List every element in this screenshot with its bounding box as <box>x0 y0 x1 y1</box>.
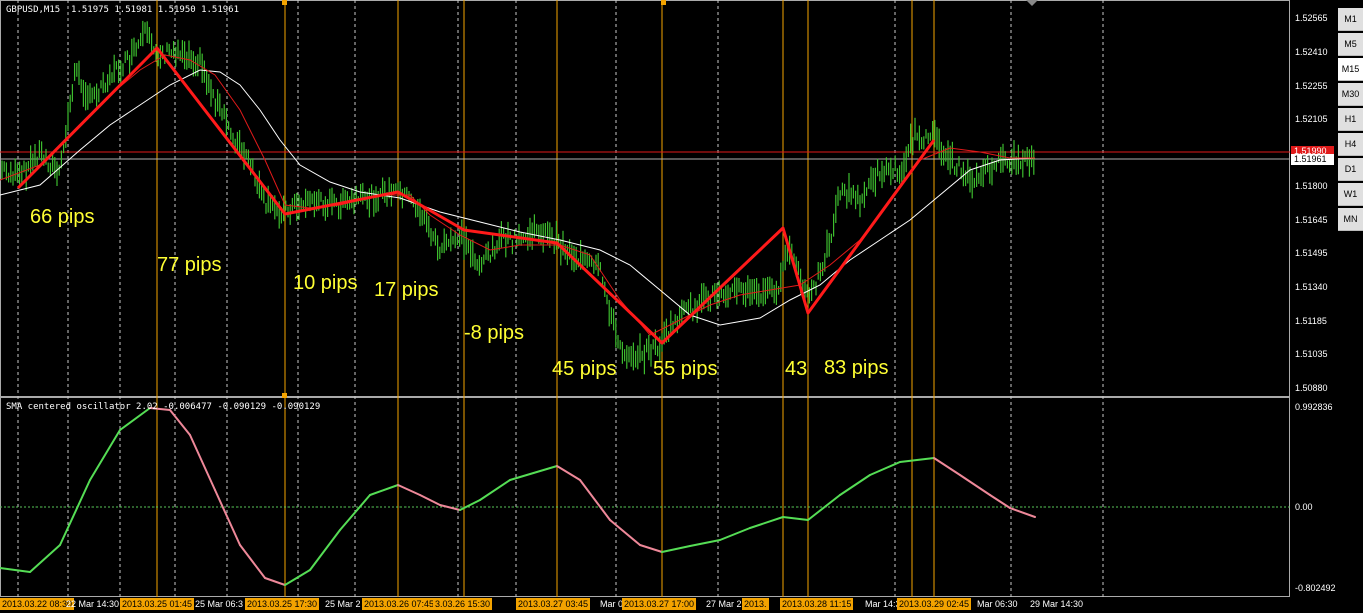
osc-curve-segment <box>0 567 31 573</box>
osc-zero-label: 0.00 <box>1295 502 1313 512</box>
moving-average-red <box>0 54 1035 336</box>
osc-curve-segment <box>719 527 751 541</box>
pip-label: 77 pips <box>157 254 222 276</box>
pip-label: 43 <box>785 358 808 380</box>
chart-canvas[interactable] <box>0 0 1363 613</box>
pip-label: 17 pips <box>374 279 439 301</box>
osc-curve-segment <box>264 577 286 586</box>
price-tick-label: 1.52565 <box>1295 13 1328 24</box>
osc-curve-segment <box>933 457 961 476</box>
osc-curve-segment <box>29 544 61 573</box>
osc-curve-segment <box>556 465 581 481</box>
osc-curve-segment <box>479 479 511 501</box>
timeframe-button-mn[interactable]: MN <box>1338 208 1363 231</box>
timeframe-button-m5[interactable]: M5 <box>1338 33 1363 56</box>
pip-label: 10 pips <box>293 272 358 294</box>
timeframe-button-m1[interactable]: M1 <box>1338 8 1363 31</box>
timeframe-button-d1[interactable]: D1 <box>1338 158 1363 181</box>
osc-curve-segment <box>397 484 421 496</box>
timeframe-button-h1[interactable]: H1 <box>1338 108 1363 131</box>
osc-curve-segment <box>1009 507 1036 518</box>
ohlc-values: 1.51975 1.51981 1.51950 1.51961 <box>71 5 240 15</box>
osc-curve-segment <box>639 544 663 553</box>
anchor-marker <box>661 0 666 5</box>
osc-curve-segment <box>369 484 399 496</box>
osc-curve-segment <box>689 539 721 547</box>
time-axis-label: 2013.03.28 11:15 <box>780 598 854 610</box>
osc-curve-segment <box>899 457 935 463</box>
price-tick-label: 1.52410 <box>1295 47 1328 58</box>
time-axis-label: 25 Mar 06:3 <box>195 599 244 609</box>
price-tick-label: 1.52255 <box>1295 81 1328 92</box>
current-price-tag: 1.51961 <box>1291 154 1334 165</box>
pip-label: 45 pips <box>552 358 617 380</box>
osc-curve-segment <box>309 529 341 571</box>
price-tick-label: 1.50880 <box>1295 383 1328 394</box>
anchor-marker <box>282 0 287 5</box>
moving-average-white <box>0 69 1036 326</box>
osc-curve-segment <box>459 499 481 511</box>
pip-label: 83 pips <box>824 357 889 379</box>
time-axis-label: 2013.03.25 01:45 <box>120 598 195 610</box>
price-tick-label: 1.51645 <box>1295 215 1328 226</box>
pip-label: 66 pips <box>30 206 95 228</box>
price-tick-label: 1.52105 <box>1295 114 1328 125</box>
oscillator-label: SMA centered oscillator 2.02 -0.006477 -… <box>6 402 321 412</box>
osc-curve-segment <box>661 545 691 553</box>
timeframe-button-h4[interactable]: H4 <box>1338 133 1363 156</box>
time-axis-label: 25 Mar 2 <box>325 599 361 609</box>
time-axis-label: 2013. <box>742 598 769 610</box>
timeframe-button-m15[interactable]: M15 <box>1338 58 1363 81</box>
osc-curve-segment <box>749 516 784 529</box>
osc-curve-segment <box>89 429 121 481</box>
osc-curve-segment <box>189 434 216 491</box>
osc-curve-segment <box>959 474 991 496</box>
symbol-label: GBPUSD,M15 <box>6 5 61 15</box>
time-axis-label: 2013.03.27 17:00 <box>622 598 697 610</box>
osc-curve-segment <box>579 479 611 521</box>
price-tick-label: 1.51185 <box>1295 316 1327 327</box>
osc-curve-segment <box>239 544 266 579</box>
timeframe-button-m30[interactable]: M30 <box>1338 83 1363 106</box>
price-tick-label: 1.51800 <box>1295 181 1328 192</box>
oscillator-pane-frame <box>0 397 1290 597</box>
price-tick-label: 1.51340 <box>1295 282 1328 293</box>
osc-curve-segment <box>169 409 191 436</box>
pip-label: 55 pips <box>653 358 718 380</box>
timeframe-button-w1[interactable]: W1 <box>1338 183 1363 206</box>
symbol-header: GBPUSD,M15 1.51975 1.51981 1.51950 1.519… <box>6 5 239 15</box>
mt4-chart-window[interactable]: GBPUSD,M15 1.51975 1.51981 1.51950 1.519… <box>0 0 1363 613</box>
osc-curve-segment <box>419 494 441 506</box>
osc-curve-segment <box>989 494 1011 509</box>
time-axis-label: 2013.03.25 17:30 <box>245 598 320 610</box>
anchor-marker <box>282 393 287 398</box>
osc-curve-segment <box>59 479 91 546</box>
time-axis-label: 29 Mar 14:30 <box>1030 599 1084 609</box>
time-axis-label: 27 Mar 2 <box>706 599 742 609</box>
osc-curve-segment <box>509 465 558 481</box>
time-axis-label: 2013.03.27 03:45 <box>516 598 591 610</box>
osc-min-label: -0.802492 <box>1295 583 1336 593</box>
time-axis-label: Mar 06:30 <box>977 599 1018 609</box>
zigzag-line <box>16 46 936 345</box>
chart-shift-marker-icon[interactable] <box>1026 0 1038 6</box>
osc-curve-segment <box>839 474 871 496</box>
time-axis-label: 2013.03.22 08:30 <box>0 598 75 610</box>
time-axis-label: 2013.03.26 07:45 <box>362 598 437 610</box>
osc-curve-segment <box>782 516 809 521</box>
time-axis-label: 2013.03.29 02:45 <box>897 598 972 610</box>
osc-curve-segment <box>609 519 641 546</box>
price-tick-label: 1.51495 <box>1295 248 1328 259</box>
osc-max-label: 0.992836 <box>1295 402 1333 412</box>
time-axis-label: 3.03.26 15:30 <box>433 598 493 610</box>
pip-label: -8 pips <box>464 322 525 344</box>
time-axis-label: 22 Mar 14:30 <box>66 599 120 609</box>
price-tick-label: 1.51035 <box>1295 349 1328 360</box>
